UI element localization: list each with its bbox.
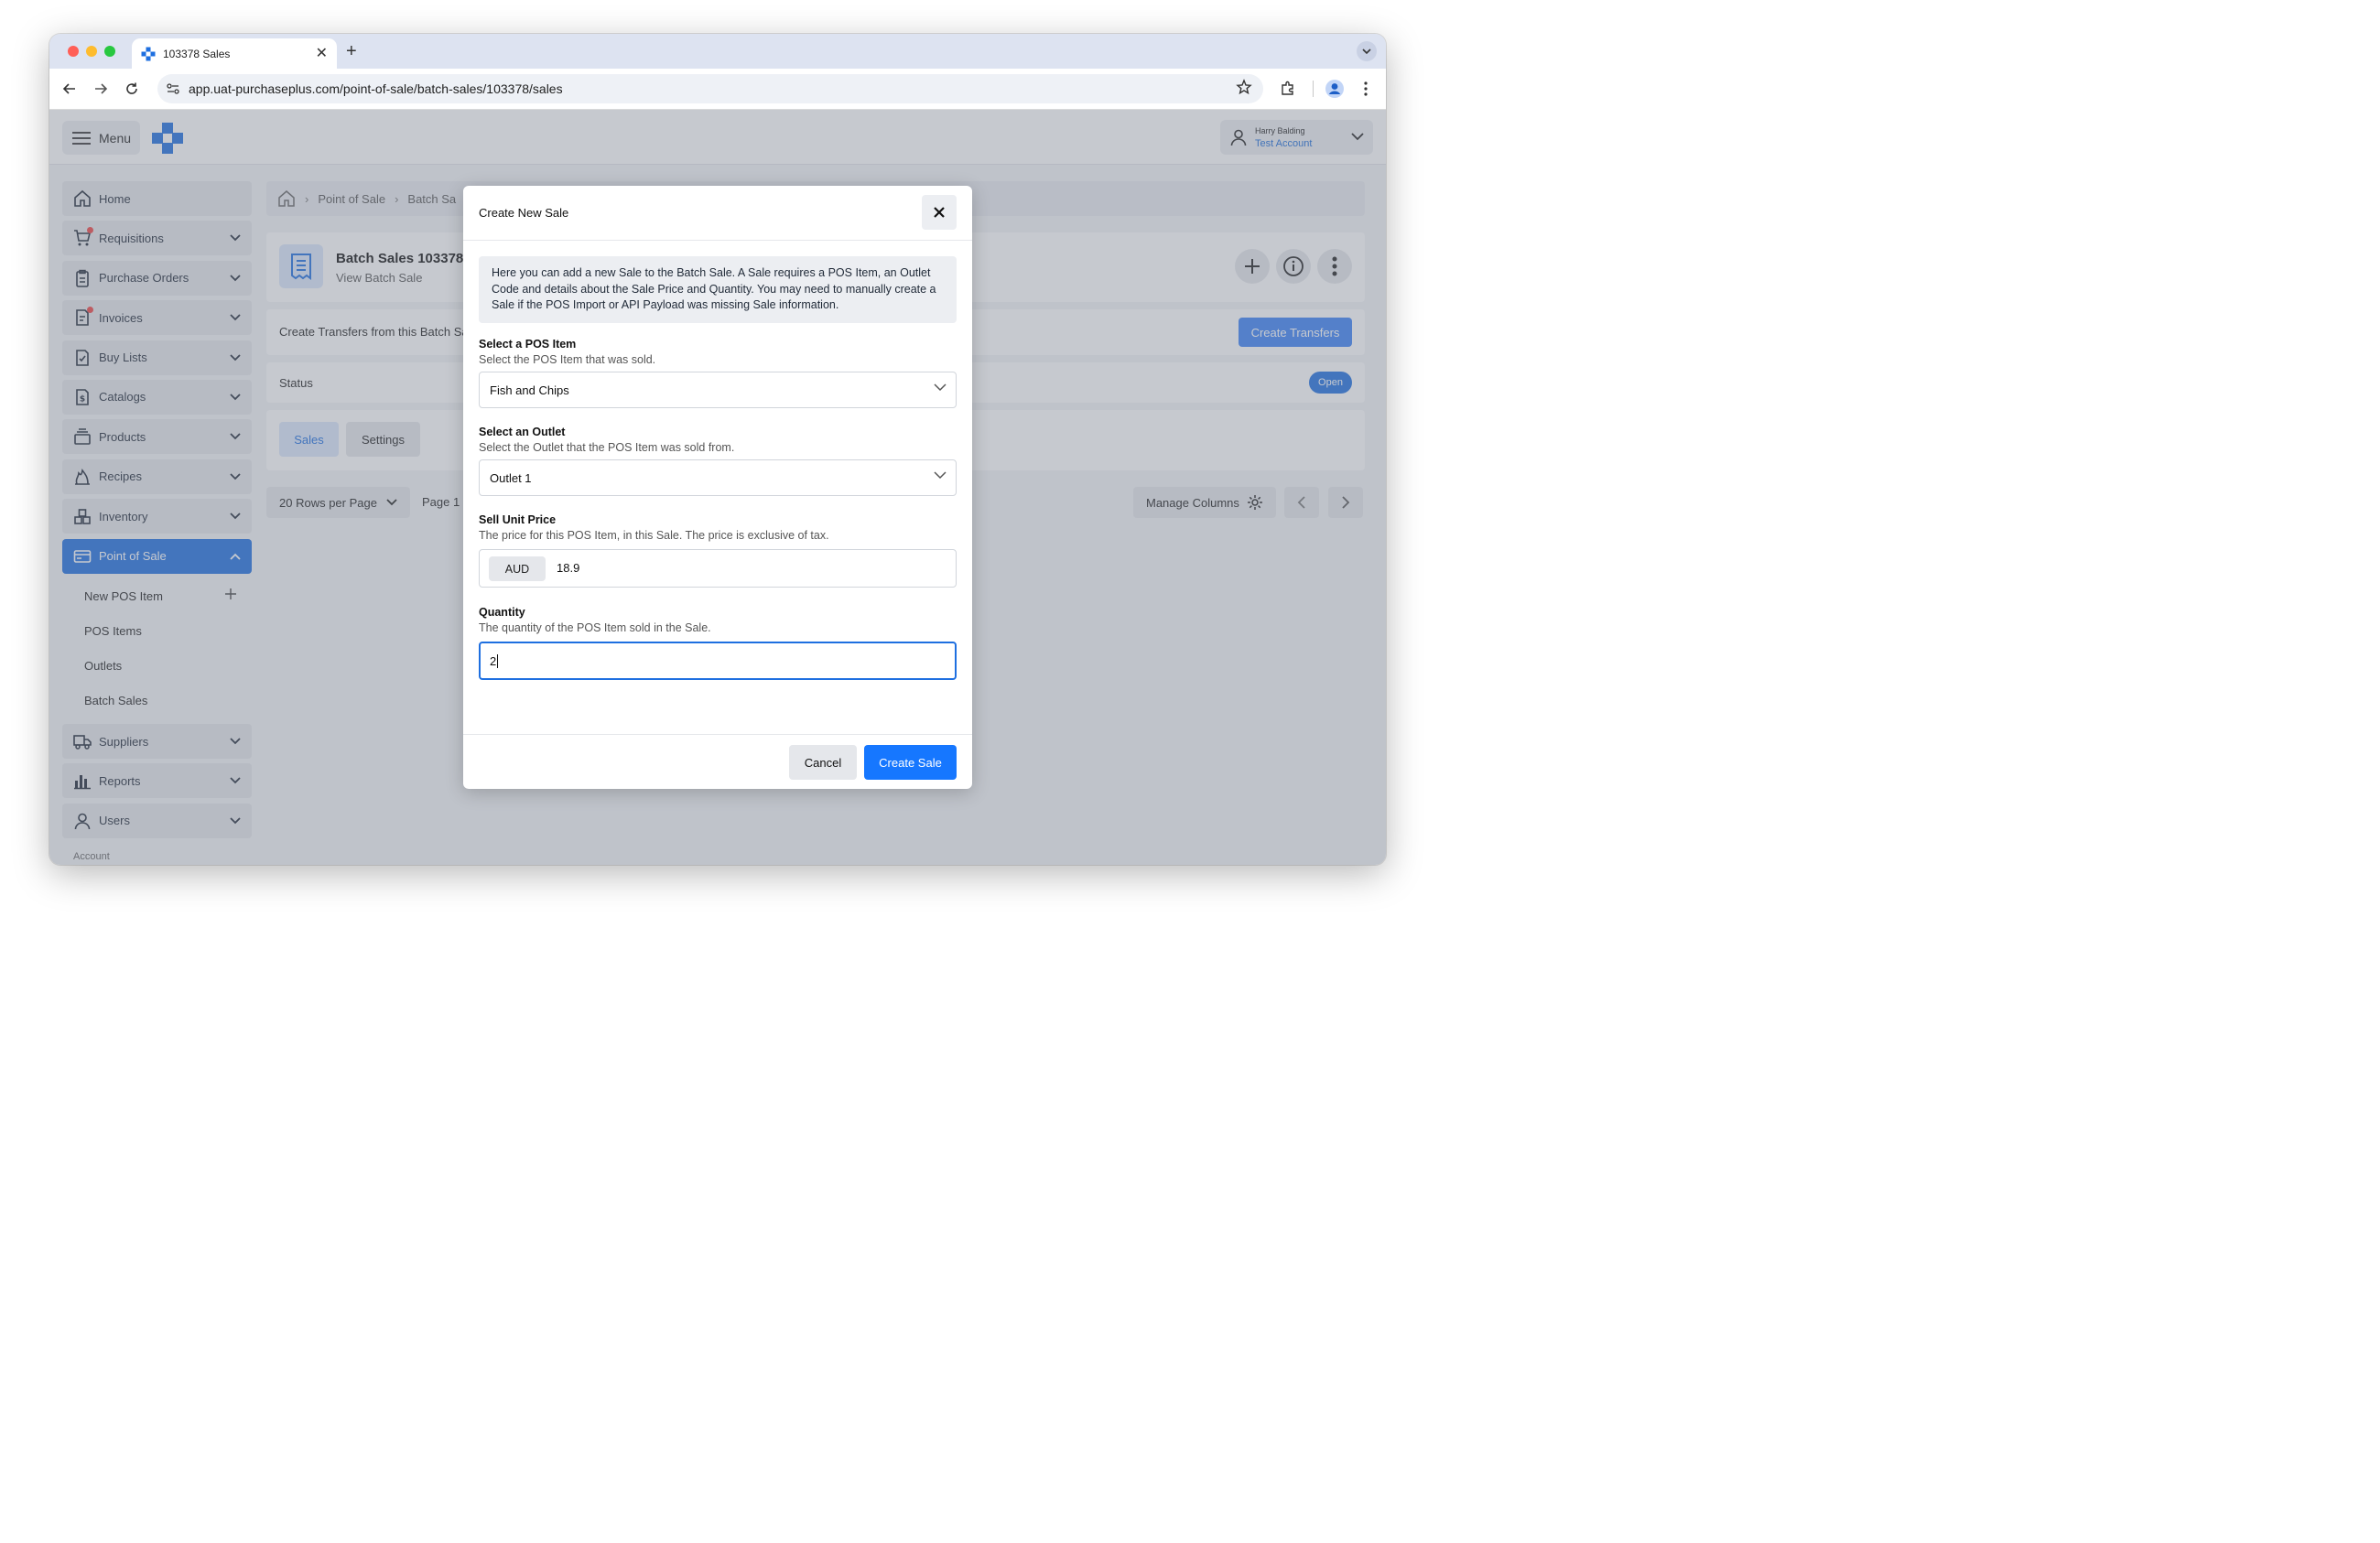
modal-footer: Cancel Create Sale xyxy=(463,734,972,789)
chevron-down-icon xyxy=(934,471,947,480)
browser-tab[interactable]: 103378 Sales ✕ xyxy=(132,38,337,69)
sell-price-input[interactable]: 18.9 xyxy=(557,561,579,575)
create-sale-modal: Create New Sale Here you can add a new S… xyxy=(463,186,972,789)
extensions-icon[interactable] xyxy=(1278,78,1298,100)
tab-strip: 103378 Sales ✕ + xyxy=(49,34,1386,69)
quantity-value: 2 xyxy=(490,653,497,668)
tab-close-icon[interactable]: ✕ xyxy=(316,46,328,61)
pos-item-help: Select the POS Item that was sold. xyxy=(479,353,656,366)
new-tab-icon[interactable]: + xyxy=(346,41,357,61)
modal-title: Create New Sale xyxy=(479,206,569,220)
info-message: Here you can add a new Sale to the Batch… xyxy=(479,256,957,323)
chevron-down-icon xyxy=(934,383,947,392)
quantity-input[interactable]: 2 xyxy=(479,642,957,680)
text-caret xyxy=(497,653,499,668)
quantity-label: Quantity xyxy=(479,606,525,619)
outlet-help: Select the Outlet that the POS Item was … xyxy=(479,441,735,454)
quantity-help: The quantity of the POS Item sold in the… xyxy=(479,621,711,634)
pos-item-label: Select a POS Item xyxy=(479,338,577,351)
profile-icon[interactable] xyxy=(1324,78,1346,100)
back-icon[interactable] xyxy=(59,78,81,100)
price-help: The price for this POS Item, in this Sal… xyxy=(479,529,829,542)
browser-window: 103378 Sales ✕ + app.uat-purchaseplus.co… xyxy=(49,34,1386,865)
app-favicon-icon xyxy=(141,47,156,60)
toolbar-divider xyxy=(1313,81,1314,97)
browser-menu-icon[interactable] xyxy=(1357,78,1375,100)
outlet-label: Select an Outlet xyxy=(479,426,566,438)
price-label: Sell Unit Price xyxy=(479,513,557,526)
pos-item-select[interactable]: Fish and Chips xyxy=(479,372,957,408)
maximize-window-button[interactable] xyxy=(104,46,115,57)
currency-badge: AUD xyxy=(489,556,546,581)
browser-toolbar: app.uat-purchaseplus.com/point-of-sale/b… xyxy=(49,69,1386,110)
address-bar[interactable]: app.uat-purchaseplus.com/point-of-sale/b… xyxy=(157,74,1263,103)
forward-icon[interactable] xyxy=(90,78,112,100)
outlet-value: Outlet 1 xyxy=(490,470,532,485)
create-sale-button[interactable]: Create Sale xyxy=(864,745,957,780)
url-text: app.uat-purchaseplus.com/point-of-sale/b… xyxy=(189,81,1236,96)
close-icon[interactable] xyxy=(922,195,957,230)
pos-item-value: Fish and Chips xyxy=(490,383,569,397)
bookmark-star-icon[interactable] xyxy=(1236,78,1252,100)
tab-title: 103378 Sales xyxy=(163,47,231,60)
cancel-button[interactable]: Cancel xyxy=(789,745,857,780)
url-path: /point-of-sale/batch-sales/103378/sales xyxy=(340,81,563,96)
sell-price-field: AUD 18.9 xyxy=(479,549,957,588)
outlet-select[interactable]: Outlet 1 xyxy=(479,459,957,496)
tab-search-icon[interactable] xyxy=(1357,41,1377,61)
close-window-button[interactable] xyxy=(68,46,79,57)
modal-header: Create New Sale xyxy=(463,186,972,241)
url-host: app.uat-purchaseplus.com xyxy=(189,81,340,96)
reload-icon[interactable] xyxy=(121,78,143,100)
site-info-icon[interactable] xyxy=(165,81,181,97)
minimize-window-button[interactable] xyxy=(86,46,97,57)
